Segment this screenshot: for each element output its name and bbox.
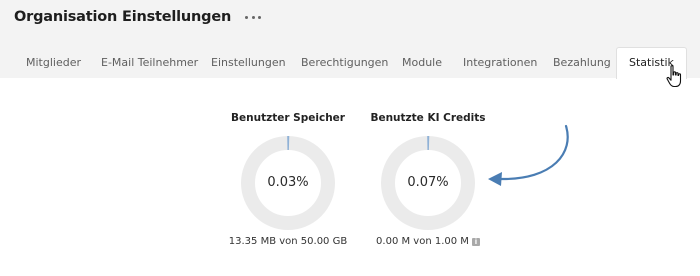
hand-pointer-cursor-icon (666, 65, 682, 88)
header-area: Organisation Einstellungen Mitglieder E-… (0, 0, 700, 79)
storage-donut: 0.03% (240, 135, 336, 231)
ai-credits-stat: Benutzte KI Credits (368, 112, 488, 124)
storage-detail-wrap: 13.35 MB von 50.00 GB (228, 236, 348, 247)
ai-credits-detail-wrap: 0.00 M von 1.00 Mi (368, 236, 488, 247)
ai-credits-donut: 0.07% (380, 135, 476, 231)
ai-credits-detail: 0.00 M von 1.00 M (376, 236, 469, 247)
more-options-icon[interactable] (245, 11, 262, 23)
ai-credits-detail-row: 0.00 M von 1.00 Mi (368, 236, 488, 247)
tab-mitglieder[interactable]: Mitglieder (26, 48, 81, 78)
annotation-arrow-icon (488, 124, 569, 186)
tab-integrationen[interactable]: Integrationen (463, 48, 537, 78)
tab-einstellungen[interactable]: Einstellungen (211, 48, 286, 78)
page-title: Organisation Einstellungen (14, 9, 232, 25)
ai-credits-percent: 0.07% (407, 175, 449, 190)
tab-email-teilnehmer[interactable]: E-Mail Teilnehmer (101, 48, 198, 78)
title-row: Organisation Einstellungen (14, 9, 262, 25)
tab-berechtigungen[interactable]: Berechtigungen (301, 48, 388, 78)
info-icon[interactable]: i (471, 238, 480, 246)
storage-label: Benutzter Speicher (231, 112, 345, 124)
storage-stat: Benutzter Speicher (228, 112, 348, 124)
tab-module[interactable]: Module (402, 48, 442, 78)
storage-percent: 0.03% (267, 175, 309, 190)
storage-detail: 13.35 MB von 50.00 GB (228, 236, 348, 247)
tab-bezahlung[interactable]: Bezahlung (553, 48, 611, 78)
ai-credits-label: Benutzte KI Credits (370, 112, 486, 124)
tab-bar: Mitglieder E-Mail Teilnehmer Einstellung… (0, 47, 700, 79)
